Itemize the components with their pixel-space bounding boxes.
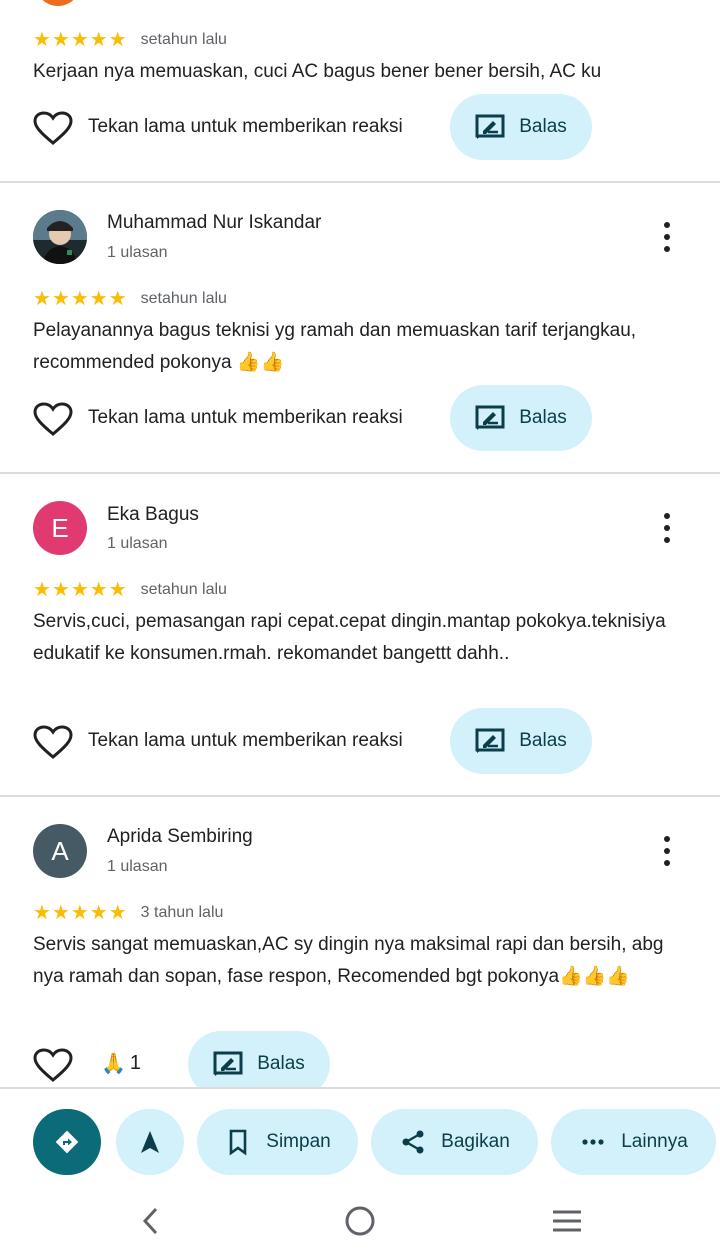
reviewer-avatar[interactable] [35,0,81,6]
home-circle-icon [345,1206,375,1236]
user-photo [33,210,87,264]
reviewer-name[interactable]: Muhammad Nur Iskandar [107,212,321,234]
share-icon [402,1130,424,1154]
heart-icon[interactable] [33,1048,73,1082]
reply-edit-icon [475,405,505,430]
star-rating: ★★★★★ [33,579,128,601]
save-label: Simpan [266,1131,331,1152]
more-options-button[interactable] [652,831,682,871]
reply-edit-icon [475,114,505,139]
reply-edit-icon [213,1051,243,1076]
star-rating: ★★★★★ [33,29,128,51]
heart-icon[interactable] [33,402,73,436]
reaction-emoji: 🙏 [101,1053,126,1075]
reaction-summary[interactable]: 🙏 1 [101,1051,141,1076]
avatar-initial: E [51,512,69,543]
back-chevron-icon [142,1207,158,1235]
review-actions: 🙏 1 Balas [33,1031,720,1087]
react-label: Tekan lama untuk memberikan reaksi [88,407,403,428]
rating-row: ★★★★★ 3 tahun lalu [33,902,223,924]
review-time: setahun lalu [140,290,227,307]
more-label: Lainnya [621,1131,688,1152]
place-action-bar: Simpan Bagikan Lainnya [0,1087,720,1189]
share-button[interactable]: Bagikan [371,1109,538,1175]
reviews-list[interactable]: ★★★★★ setahun lalu Kerjaan nya memuaskan… [0,0,720,1087]
review-actions: Tekan lama untuk memberikan reaksi Balas [33,708,720,776]
reply-button[interactable]: Balas [450,708,592,774]
review-count: 1 ulasan [107,535,168,552]
heart-icon[interactable] [33,111,73,145]
review-time: 3 tahun lalu [140,904,224,921]
star-rating: ★★★★★ [33,902,128,924]
rating-row: ★★★★★ setahun lalu [33,579,227,601]
reply-edit-icon [475,728,505,753]
review-text: Kerjaan nya memuaskan, cuci AC bagus ben… [33,61,602,82]
menu-lines-icon [553,1210,581,1232]
review-time: setahun lalu [140,31,227,48]
start-navigation-button[interactable] [116,1109,184,1175]
reply-button[interactable]: Balas [188,1031,330,1087]
system-nav-bar [0,1187,720,1253]
react-label: Tekan lama untuk memberikan reaksi [88,730,403,751]
reviewer-avatar[interactable]: A [33,824,87,878]
review-time: setahun lalu [140,581,227,598]
react-label: Tekan lama untuk memberikan reaksi [88,116,403,137]
more-horiz-icon [582,1139,604,1145]
divider [0,181,720,183]
divider [0,472,720,474]
directions-button[interactable] [33,1109,101,1175]
review-actions: Tekan lama untuk memberikan reaksi Balas [33,385,720,453]
back-button[interactable] [131,1201,171,1241]
navigation-arrow-icon [141,1131,159,1153]
reply-label: Balas [519,116,567,137]
review-count: 1 ulasan [107,244,168,261]
save-button[interactable]: Simpan [197,1109,358,1175]
avatar-initial: A [51,835,69,866]
recents-button[interactable] [547,1201,587,1241]
more-actions-button[interactable]: Lainnya [551,1109,716,1175]
review-actions: Tekan lama untuk memberikan reaksi Balas [33,94,720,162]
review-text: Pelayanannya bagus teknisi yg ramah dan … [33,320,637,373]
divider [0,795,720,797]
home-button[interactable] [340,1201,380,1241]
rating-row: ★★★★★ setahun lalu [33,29,227,51]
rating-row: ★★★★★ setahun lalu [33,288,227,310]
share-label: Bagikan [441,1131,510,1152]
reply-label: Balas [257,1053,305,1074]
more-options-button[interactable] [652,508,682,548]
review-count: 1 ulasan [107,858,168,875]
reviewer-avatar[interactable] [33,210,87,264]
star-rating: ★★★★★ [33,288,128,310]
bookmark-icon [229,1129,247,1156]
review-text: Servis,cuci, pemasangan rapi cepat.cepat… [33,611,666,664]
reviewer-name[interactable]: Eka Bagus [107,504,199,526]
reply-label: Balas [519,730,567,751]
reviewer-name[interactable]: Aprida Sembiring [107,826,253,848]
reply-button[interactable]: Balas [450,94,592,160]
more-options-button[interactable] [652,217,682,257]
reaction-count: 1 [129,1052,142,1074]
reply-button[interactable]: Balas [450,385,592,451]
reply-label: Balas [519,407,567,428]
directions-icon [55,1130,79,1154]
heart-icon[interactable] [33,725,73,759]
review-text: Servis sangat memuaskan,AC sy dingin nya… [33,934,664,987]
reviewer-avatar[interactable]: E [33,501,87,555]
